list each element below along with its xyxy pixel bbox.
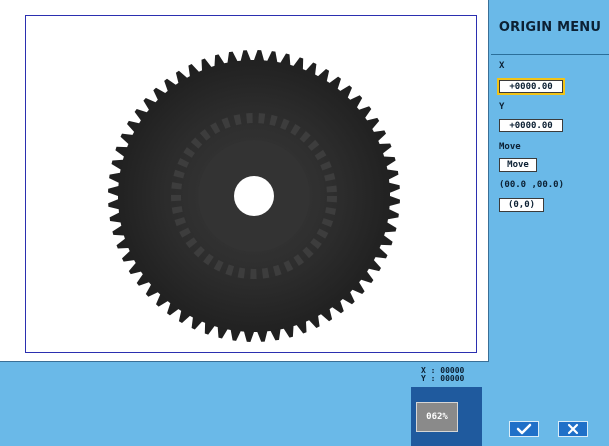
reset-origin-button[interactable]: (0,0) [499, 198, 544, 212]
check-icon [516, 423, 532, 435]
menu-title: ORIGIN MENU [491, 0, 609, 55]
gear-center-hole [234, 176, 274, 216]
image-viewer [0, 0, 489, 362]
y-input[interactable] [499, 119, 563, 132]
confirm-button[interactable] [509, 421, 539, 437]
move-label: Move [499, 142, 521, 152]
zoom-level[interactable]: 062% [416, 402, 458, 432]
x-input[interactable] [499, 80, 563, 93]
close-icon [567, 423, 579, 435]
coordinate-readout: X : 00000 Y : 00000 [421, 367, 464, 383]
y-label: Y [499, 102, 505, 112]
x-label: X [499, 61, 505, 71]
cancel-button[interactable] [558, 421, 588, 437]
image-display-area[interactable] [25, 15, 477, 353]
move-button[interactable]: Move [499, 158, 537, 172]
offset-text: (00.0 ,00.0) [499, 180, 565, 190]
gear-image [108, 50, 400, 342]
y-readout: Y : 00000 [421, 374, 465, 383]
side-panel [490, 0, 609, 446]
